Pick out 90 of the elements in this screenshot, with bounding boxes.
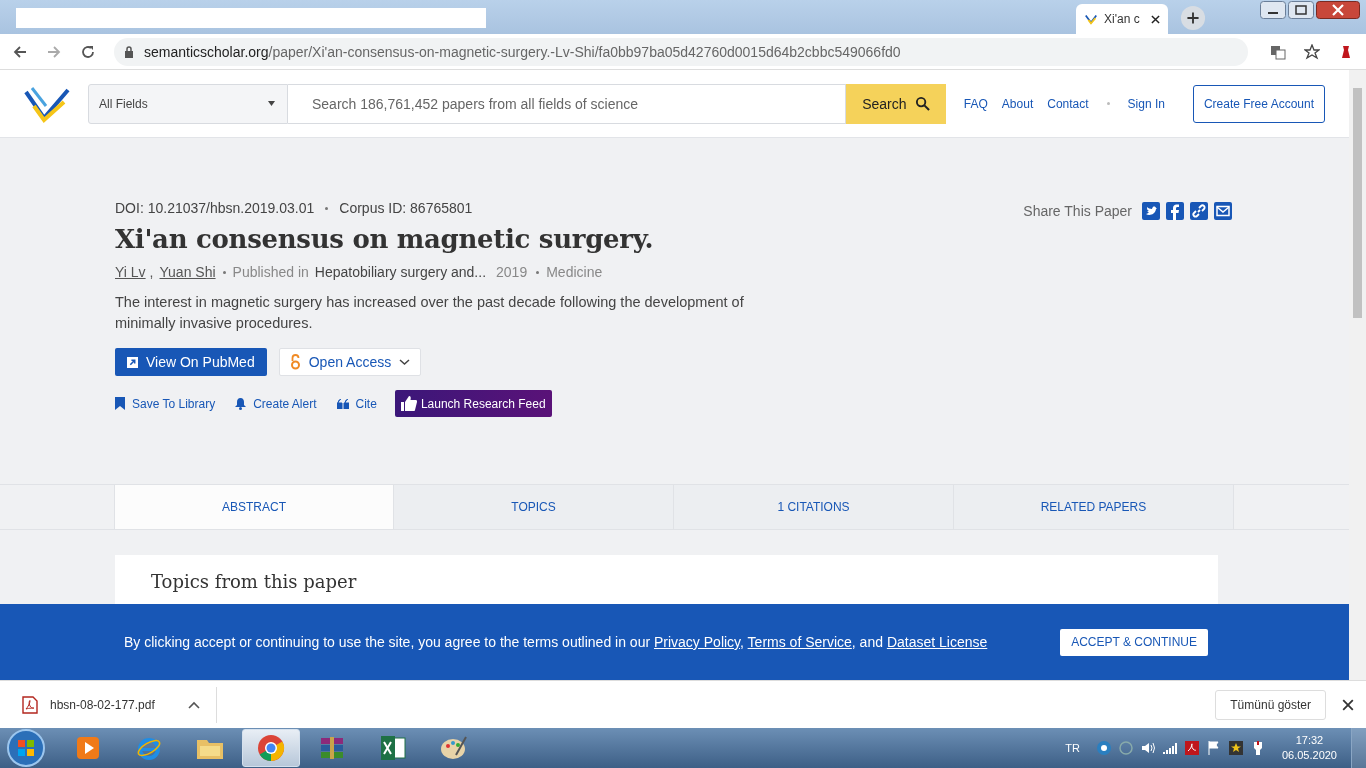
signal-icon[interactable] xyxy=(1161,740,1178,756)
twitter-icon[interactable] xyxy=(1142,202,1160,220)
separator-dot xyxy=(222,270,226,274)
maximize-icon[interactable] xyxy=(1288,1,1314,19)
lock-icon xyxy=(124,45,134,58)
action-link[interactable]: Save To Library xyxy=(115,396,216,411)
browser-tab[interactable]: Xi'an c xyxy=(1076,4,1168,34)
action-link[interactable]: Create Alert xyxy=(235,396,317,411)
cookie-notice-text: By clicking accept or continuing to use the site, you agree to the terms outlined in our Privacy Policy, Terms of Service, and Dataset License xyxy=(124,634,988,650)
author-link[interactable]: Yi Lv xyxy=(115,264,146,280)
thumbs-up-icon xyxy=(400,396,417,411)
pubmed-button[interactable]: View On PubMed xyxy=(115,348,267,376)
policy-link[interactable]: Privacy Policy xyxy=(653,634,741,650)
paper-tab[interactable]: 1 CITATIONS xyxy=(674,485,954,529)
published-label: Published in xyxy=(232,264,309,280)
palette-icon xyxy=(440,735,468,761)
chevron-down-icon xyxy=(399,358,411,366)
caret-icon xyxy=(268,101,275,106)
tab-title: Xi'an c xyxy=(1104,12,1141,26)
play-icon xyxy=(75,735,101,761)
research-feed-button[interactable]: Launch Research Feed xyxy=(394,390,552,417)
chrome-icon xyxy=(257,734,285,762)
chevron-up-icon[interactable] xyxy=(188,700,200,709)
search-button[interactable]: Search xyxy=(845,83,946,124)
minimize-icon[interactable] xyxy=(1260,1,1286,19)
show-all-button[interactable]: Tümünü göster xyxy=(1215,689,1326,720)
sign-in-link[interactable]: Sign In xyxy=(1127,96,1165,111)
venue-link[interactable]: Hepatobiliary surgery and... xyxy=(314,264,487,280)
open-access-button[interactable]: Open Access xyxy=(278,348,422,376)
scrollbar[interactable] xyxy=(1349,70,1366,680)
start-button[interactable] xyxy=(6,728,46,768)
link-icon[interactable] xyxy=(1190,202,1208,220)
close-icon[interactable] xyxy=(1151,14,1160,24)
author-link[interactable]: Yuan Shi xyxy=(159,264,216,280)
paper-tab[interactable]: ABSTRACT xyxy=(114,485,394,529)
quote-icon xyxy=(336,398,349,409)
spreadsheet-icon xyxy=(379,735,407,761)
new-tab-icon[interactable] xyxy=(1180,5,1206,31)
external-link-icon xyxy=(127,356,138,368)
open-lock-icon xyxy=(289,354,301,370)
corpus-id-text: Corpus ID: 86765801 xyxy=(339,200,473,216)
separator-dot xyxy=(325,206,329,210)
comma-text: , xyxy=(149,264,154,280)
close-icon[interactable] xyxy=(1316,1,1360,19)
bell-icon xyxy=(235,397,247,410)
back-icon[interactable] xyxy=(12,43,28,60)
address-field[interactable]: semanticscholar.org/paper/Xi'an-consensus-on-magnetic-surgery.-Lv-Shi/fa0bb97ba05d42760d0015d64b2cbbc549066fd0 xyxy=(114,37,1248,66)
language-indicator[interactable]: TR xyxy=(1065,742,1080,754)
paper-tab[interactable]: RELATED PAPERS xyxy=(954,485,1234,529)
nav-link[interactable]: FAQ xyxy=(963,96,988,111)
books-icon xyxy=(318,735,346,761)
date-text: 06.05.2020 xyxy=(1281,748,1337,763)
time-text: 17:32 xyxy=(1295,733,1324,748)
close-icon[interactable] xyxy=(1342,698,1354,711)
policy-link[interactable]: Terms of Service xyxy=(747,634,852,650)
field-of-study-text: Medicine xyxy=(546,264,603,280)
logo-icon xyxy=(1084,12,1098,26)
star-icon[interactable] xyxy=(1304,43,1320,60)
policy-link[interactable]: Dataset License xyxy=(886,634,988,650)
volume-icon[interactable] xyxy=(1139,740,1156,756)
taskbar-app[interactable] xyxy=(242,729,300,767)
action-link[interactable]: Cite xyxy=(336,396,377,411)
nav-link[interactable]: About xyxy=(1001,96,1034,111)
facebook-icon[interactable] xyxy=(1166,202,1184,220)
share-label: Share This Paper xyxy=(1023,202,1132,220)
file-name: hbsn-08-02-177.pdf xyxy=(50,697,156,712)
tray-app-icon[interactable] xyxy=(1095,740,1112,756)
paper-tab[interactable]: TOPICS xyxy=(394,485,674,529)
field-select[interactable]: All Fields xyxy=(88,83,288,124)
url-text: semanticscholar.org/paper/Xi'an-consensus-on-magnetic-surgery.-Lv-Shi/fa0bb97ba05d42760d0015d64b2cbbc549066fd0 xyxy=(144,43,901,60)
abstract-text: The interest in magnetic surgery has increased over the past decade following the development of minimally invasive procedures. xyxy=(115,293,745,333)
separator-dot xyxy=(536,270,540,274)
create-account-button[interactable]: Create Free Account xyxy=(1192,84,1325,123)
download-item[interactable]: hbsn-08-02-177.pdf xyxy=(22,686,217,723)
pdf-file-icon xyxy=(22,695,38,714)
pdf-icon[interactable] xyxy=(1183,740,1200,756)
accept-button[interactable]: ACCEPT & CONTINUE xyxy=(1060,628,1208,656)
doi-text: DOI: 10.21037/hbsn.2019.03.01 xyxy=(115,200,315,216)
reload-icon[interactable] xyxy=(80,43,96,60)
paper-title: Xi'an consensus on magnetic surgery. xyxy=(115,224,655,254)
nav-link[interactable]: Contact xyxy=(1047,96,1089,111)
email-icon[interactable] xyxy=(1214,202,1232,220)
search-icon xyxy=(914,96,930,111)
search-field[interactable]: Search 186,761,452 papers from all fields of science xyxy=(288,83,846,124)
separator-dot xyxy=(1106,102,1110,105)
flag-icon[interactable] xyxy=(1205,740,1222,756)
bookmark-icon xyxy=(115,397,125,410)
card-heading: Topics from this paper xyxy=(151,571,358,592)
clock[interactable]: 17:32 06.05.2020 xyxy=(1281,733,1337,763)
year-text: 2019 xyxy=(496,264,528,280)
